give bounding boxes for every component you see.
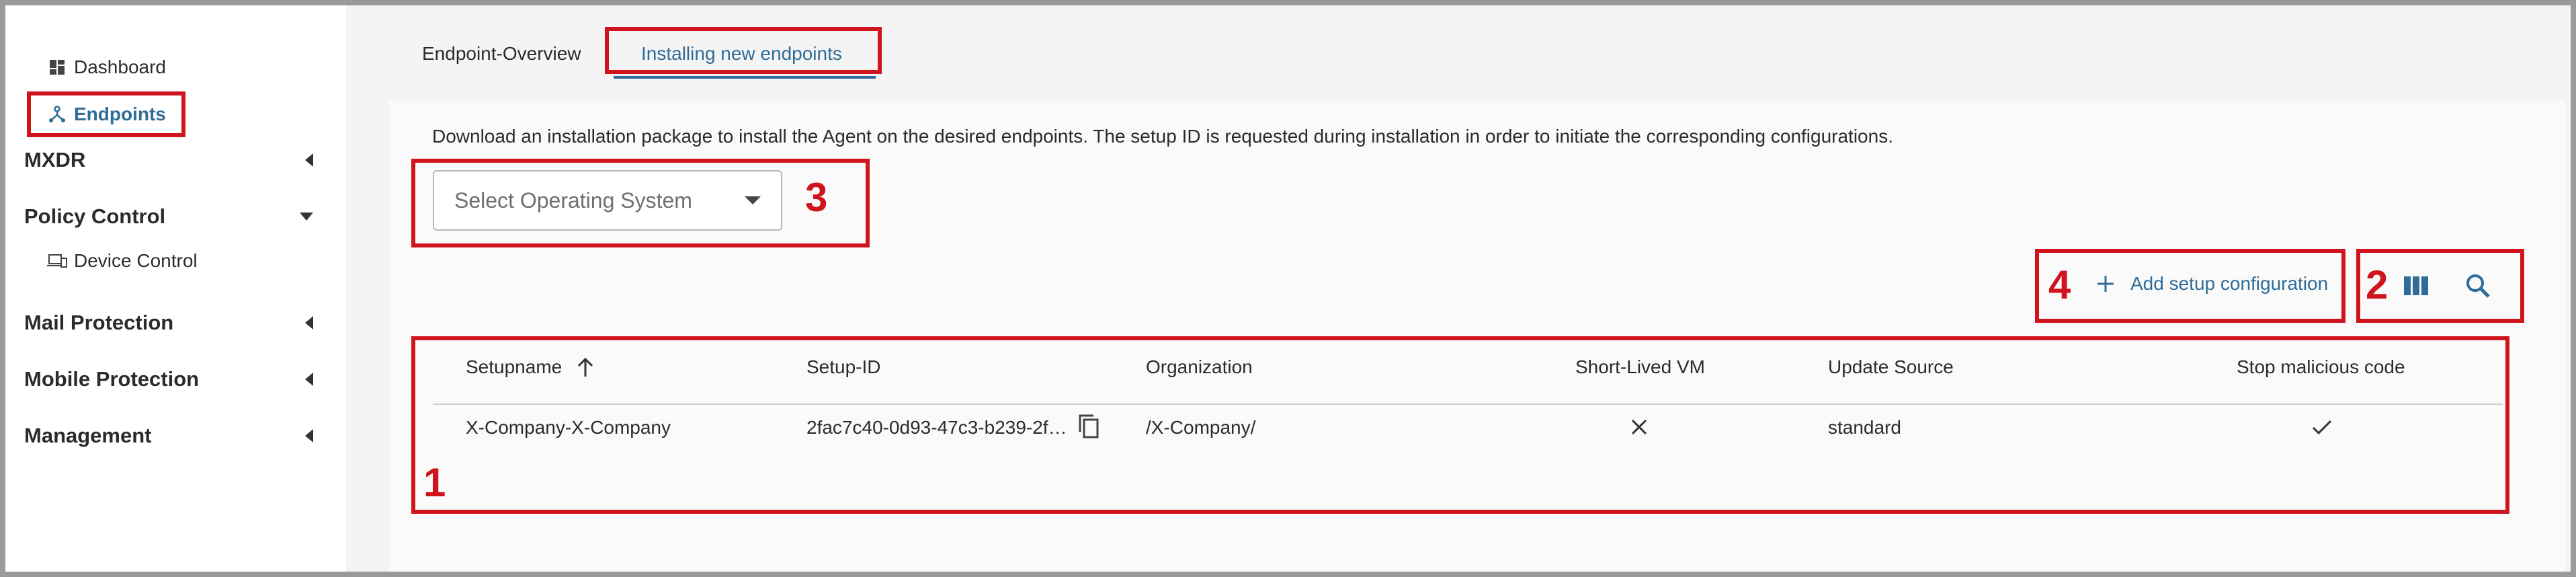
highlight-os-select [411,159,870,247]
sort-ascending-icon[interactable] [575,356,595,378]
app-frame: Dashboard Endpoints MXDR Policy Control … [5,5,2571,572]
column-header-setupname[interactable]: Setupname [466,356,595,378]
sidebar-item-label: Dashboard [74,56,166,77]
chevron-left-icon [305,429,313,443]
column-header-organization[interactable]: Organization [1146,356,1253,378]
cell-update-source: standard [1828,417,1901,438]
columns-button[interactable] [2399,269,2433,303]
chevron-left-icon [305,373,313,386]
columns-icon [2404,276,2428,295]
chevron-left-icon [305,153,313,167]
sidebar: Dashboard Endpoints MXDR Policy Control … [5,5,346,572]
sidebar-section-mobile-protection[interactable]: Mobile Protection [24,367,313,391]
chevron-left-icon [305,316,313,330]
sidebar-section-label: Mobile Protection [24,367,200,391]
column-header-short-lived-vm[interactable]: Short-Lived VM [1575,356,1705,378]
annotation-3: 3 [805,175,828,220]
sidebar-section-label: Management [24,424,152,447]
column-header-setup-id[interactable]: Setup-ID [806,356,881,378]
copy-button[interactable] [1075,412,1102,441]
sidebar-section-label: Mail Protection [24,311,174,334]
cell-short-lived-vm [1629,417,1649,437]
copy-icon [1079,414,1099,438]
highlight-endpoints [27,91,185,137]
sidebar-section-management[interactable]: Management [24,424,313,448]
cell-setup-id: 2fac7c40-0d93-47c3-b239-2f… [806,417,1067,438]
column-header-stop-malicious-code[interactable]: Stop malicious code [2237,356,2405,378]
column-header-label: Setupname [466,356,563,377]
chevron-down-icon [300,213,313,221]
sidebar-section-label: MXDR [24,148,86,171]
cell-setupname[interactable]: X-Company-X-Company [466,417,671,438]
add-button-label: Add setup configuration [2130,273,2329,294]
dashboard-icon [47,57,67,77]
sidebar-section-policy-control[interactable]: Policy Control [24,204,313,229]
column-header-update-source[interactable]: Update Source [1828,356,1954,378]
checkmark-icon [2312,420,2332,435]
search-button[interactable] [2461,269,2495,303]
sidebar-section-mail-protection[interactable]: Mail Protection [24,311,313,335]
cross-icon [1631,419,1647,435]
annotation-4: 4 [2048,262,2071,307]
sidebar-item-dashboard[interactable]: Dashboard [47,56,166,78]
sidebar-section-mxdr[interactable]: MXDR [24,148,313,172]
tab-endpoint-overview[interactable]: Endpoint-Overview [422,43,581,65]
table-header-divider [433,403,2503,405]
plus-icon [2097,276,2114,292]
annotation-1: 1 [423,460,446,505]
sidebar-section-label: Policy Control [24,204,166,228]
highlight-tab [605,27,882,74]
device-icon [47,251,67,271]
tab-active-indicator [614,76,876,79]
page-description: Download an installation package to inst… [432,126,1893,147]
highlight-table [411,336,2509,514]
search-icon [2466,274,2490,298]
sidebar-item-label: Device Control [74,250,198,271]
annotation-2: 2 [2366,262,2388,307]
add-setup-configuration-button[interactable]: Add setup configuration [2095,273,2328,295]
sidebar-item-device-control[interactable]: Device Control [47,250,198,272]
cell-organization: /X-Company/ [1146,417,1256,438]
cell-stop-malicious-code [2311,417,2333,437]
